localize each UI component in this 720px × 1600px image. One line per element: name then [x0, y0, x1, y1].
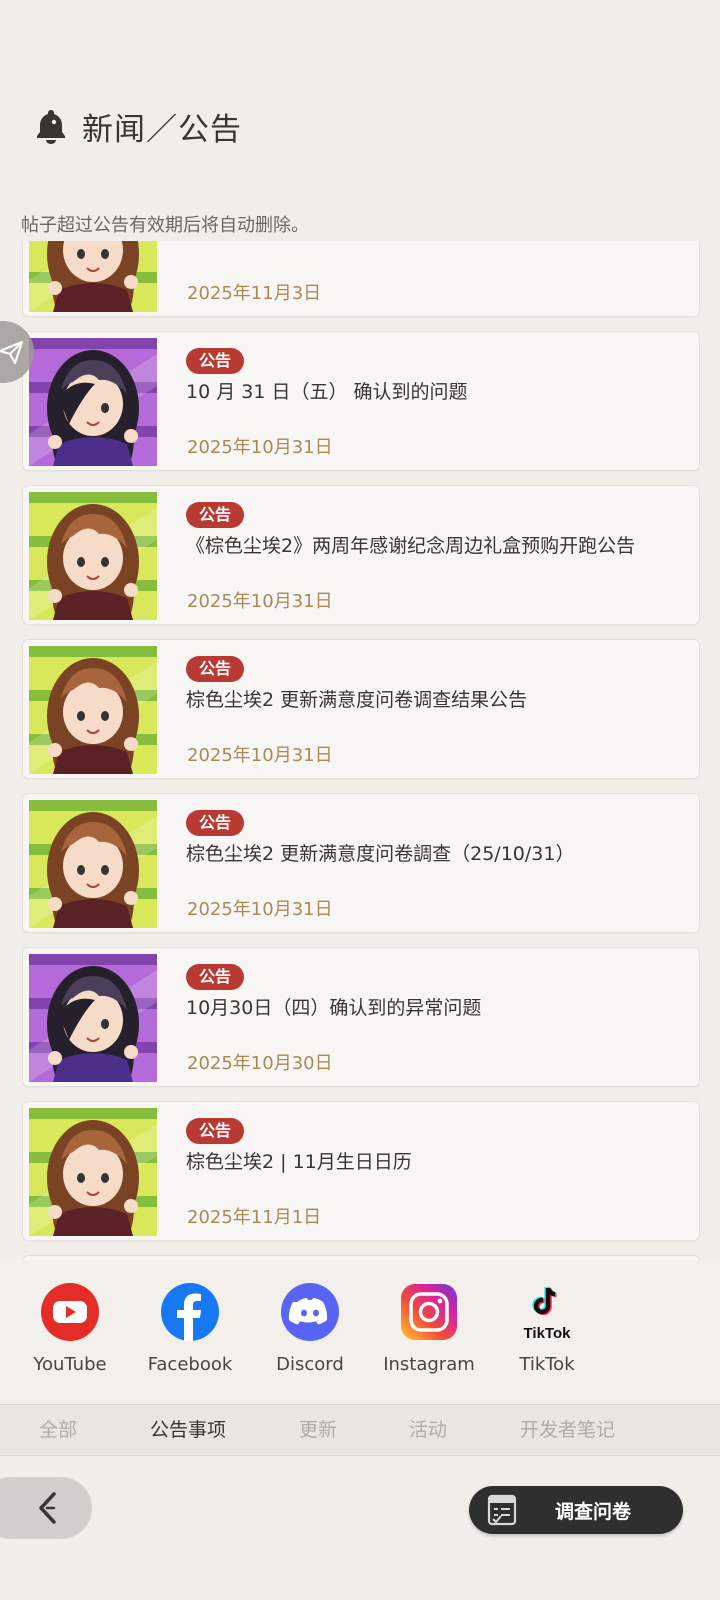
- social-links: YouTube Facebook Discord Instagram TikTo…: [0, 1260, 720, 1404]
- tiktok-icon: TikTok: [524, 1286, 572, 1342]
- page-header: 新闻／公告: [34, 104, 242, 148]
- tiktok-link[interactable]: TikTok TikTok: [492, 1282, 602, 1375]
- news-title: 棕色尘埃2 更新满意度问卷調查（25/10/31）: [186, 843, 575, 865]
- tab-developer-notes[interactable]: 开发者笔记: [520, 1405, 615, 1455]
- news-date: 2025年11月3日: [187, 283, 322, 304]
- facebook-icon: [161, 1283, 219, 1341]
- survey-form-icon: [487, 1494, 517, 1526]
- news-thumbnail: [29, 646, 157, 774]
- youtube-link[interactable]: YouTube: [15, 1282, 125, 1375]
- expiry-notice: 帖子超过公告有效期后将自动删除。: [21, 215, 309, 236]
- news-date: 2025年11月1日: [187, 1207, 322, 1228]
- bell-icon: [37, 110, 65, 144]
- facebook-link[interactable]: Facebook: [135, 1282, 245, 1375]
- instagram-link[interactable]: Instagram: [374, 1282, 484, 1375]
- news-date: 2025年10月30日: [187, 1053, 333, 1074]
- news-card[interactable]: 公告棕色尘埃2 更新满意度问卷調查（25/10/31） 2025年10月31日: [22, 793, 700, 933]
- news-title: 10 月 31 日（五） 确认到的问题: [186, 381, 468, 403]
- news-card[interactable]: 公告 《棕色尘埃2》两周年感谢纪念周边礼盒预购开跑公告 2025年10月31日: [22, 485, 700, 625]
- news-thumbnail: [29, 338, 157, 466]
- discord-label: Discord: [276, 1354, 344, 1375]
- tiktok-label: TikTok: [519, 1354, 575, 1375]
- announcement-badge: 公告: [186, 348, 244, 374]
- news-date: 2025年10月31日: [187, 437, 333, 458]
- instagram-icon: [401, 1284, 457, 1340]
- tab-events[interactable]: 活动: [409, 1405, 447, 1455]
- tab-announcements[interactable]: 公告事项: [150, 1405, 226, 1455]
- news-title: 《棕色尘埃2》两周年感谢纪念周边礼盒预购开跑公告: [186, 535, 636, 557]
- news-thumbnail: [29, 800, 157, 928]
- news-card[interactable]: 公告 10月30日（四）确认到的异常问题 2025年10月30日: [22, 947, 700, 1087]
- page-title: 新闻／公告: [82, 111, 242, 148]
- discord-icon: [281, 1283, 339, 1341]
- chevron-left-icon: [39, 1492, 56, 1524]
- category-tabs: 全部 公告事项 更新 活动 开发者笔记: [0, 1404, 720, 1456]
- paper-plane-icon: [0, 340, 24, 365]
- news-card[interactable]: 公告棕色尘埃2 更新满意度问卷调查结果公告 2025年10月31日: [22, 639, 700, 779]
- back-button[interactable]: [0, 1477, 92, 1539]
- survey-label: 调查问卷: [555, 1500, 632, 1523]
- announcement-badge: 公告: [186, 810, 244, 836]
- youtube-icon: [41, 1283, 99, 1341]
- announcement-badge: 公告: [186, 1118, 244, 1144]
- news-date: 2025年10月31日: [187, 745, 333, 766]
- news-date: 2025年10月31日: [187, 899, 333, 920]
- announcement-badge: 公告: [186, 964, 244, 990]
- news-date: 2025年10月31日: [187, 591, 333, 612]
- news-thumbnail: [29, 1108, 157, 1236]
- instagram-label: Instagram: [383, 1354, 475, 1375]
- news-title: 棕色尘埃2 | 11月生日日历: [186, 1151, 412, 1173]
- svg-text:TikTok: TikTok: [524, 1325, 572, 1342]
- news-title: 棕色尘埃2 更新满意度问卷调查结果公告: [186, 689, 528, 711]
- facebook-label: Facebook: [147, 1354, 233, 1375]
- news-thumbnail: [29, 492, 157, 620]
- tab-updates[interactable]: 更新: [299, 1405, 337, 1455]
- news-thumbnail: [29, 954, 157, 1082]
- news-thumbnail: [29, 241, 157, 312]
- tab-all[interactable]: 全部: [39, 1405, 77, 1455]
- youtube-label: YouTube: [33, 1354, 107, 1375]
- news-title: 10月30日（四）确认到的异常问题: [186, 997, 482, 1019]
- news-card[interactable]: 公告 10 月 31 日（五） 确认到的问题 2025年10月31日: [22, 331, 700, 471]
- news-card[interactable]: 公告棕色尘埃2 | 11月生日日历 2025年11月1日: [22, 1101, 700, 1241]
- announcement-badge: 公告: [186, 502, 244, 528]
- news-list[interactable]: 2025年11月3日 公告 10 月 31 日（五） 确认到的问题 2025年10…: [0, 241, 720, 1260]
- news-card[interactable]: 2025年11月3日: [22, 241, 700, 317]
- discord-link[interactable]: Discord: [255, 1282, 365, 1375]
- survey-button[interactable]: 调查问卷: [469, 1486, 683, 1534]
- announcement-badge: 公告: [186, 656, 244, 682]
